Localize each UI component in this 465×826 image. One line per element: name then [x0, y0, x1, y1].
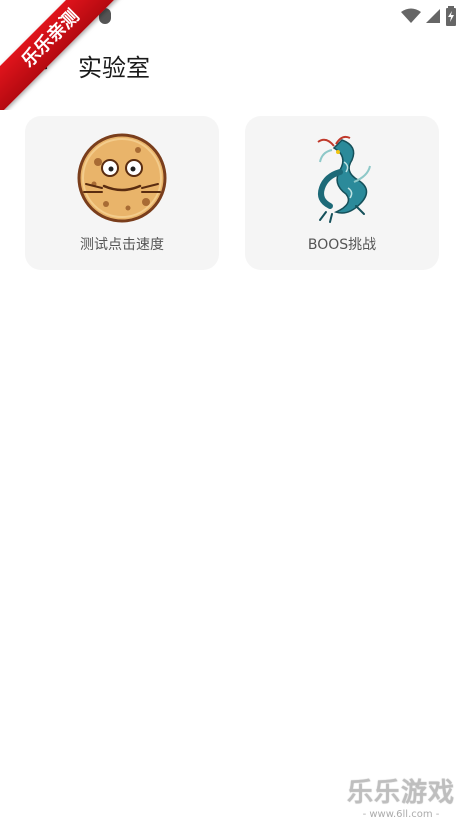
- signal-icon: [426, 9, 440, 23]
- cookie-face-icon: [77, 133, 167, 223]
- watermark-main: 乐乐游戏: [346, 778, 455, 808]
- page-title: 实验室: [78, 54, 150, 82]
- status-icons: [401, 6, 457, 26]
- notification-dot-icon: [99, 8, 111, 24]
- wifi-icon: [401, 8, 421, 23]
- arrow-left-icon: [21, 57, 48, 79]
- card-click-speed-test[interactable]: 测试点击速度: [25, 116, 219, 270]
- screen: 实验室 测试点击速度 BOOS挑战 乐乐亲测 乐乐游戏 - www.6ll.co…: [0, 0, 465, 826]
- card-label: BOOS挑战: [307, 237, 377, 253]
- back-button[interactable]: [16, 52, 52, 84]
- footer-watermark: 乐乐游戏 - www.6ll.com -: [341, 772, 461, 820]
- card-label: 测试点击速度: [80, 237, 164, 253]
- status-bar: [0, 0, 465, 30]
- watermark-sub: - www.6ll.com -: [362, 809, 440, 820]
- dragon-icon: [317, 135, 371, 223]
- battery-charging-icon: [446, 6, 456, 26]
- card-boss-challenge[interactable]: BOOS挑战: [245, 116, 439, 270]
- toolbar: 实验室: [0, 40, 465, 96]
